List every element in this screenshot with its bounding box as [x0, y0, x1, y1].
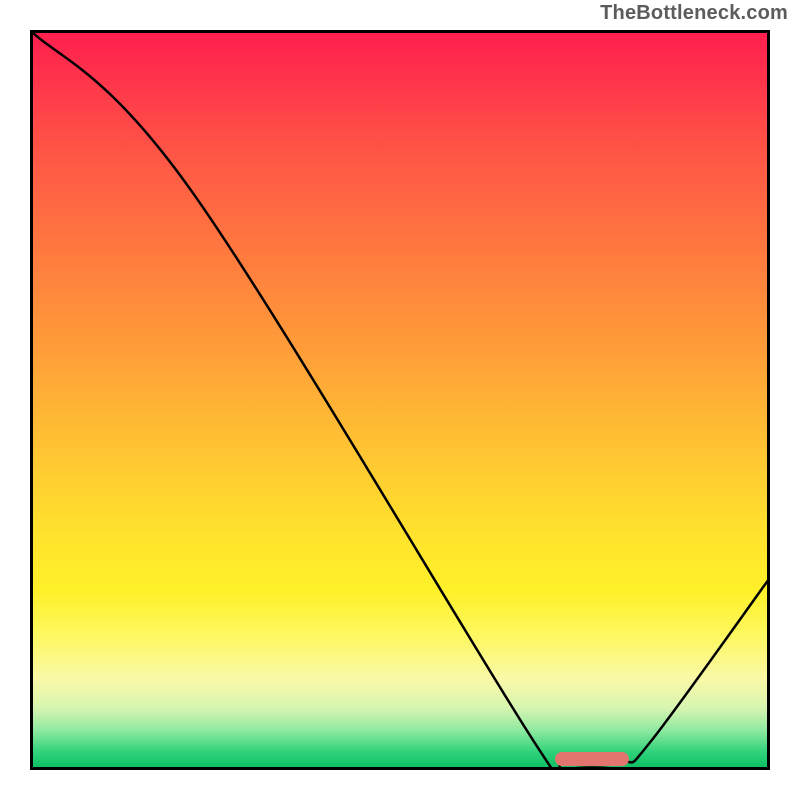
curve-svg — [30, 30, 770, 770]
chart-container: TheBottleneck.com — [0, 0, 800, 800]
optimal-range-marker — [555, 752, 629, 766]
bottleneck-curve — [30, 30, 770, 770]
watermark-text: TheBottleneck.com — [600, 2, 788, 25]
plot-area — [30, 30, 770, 770]
